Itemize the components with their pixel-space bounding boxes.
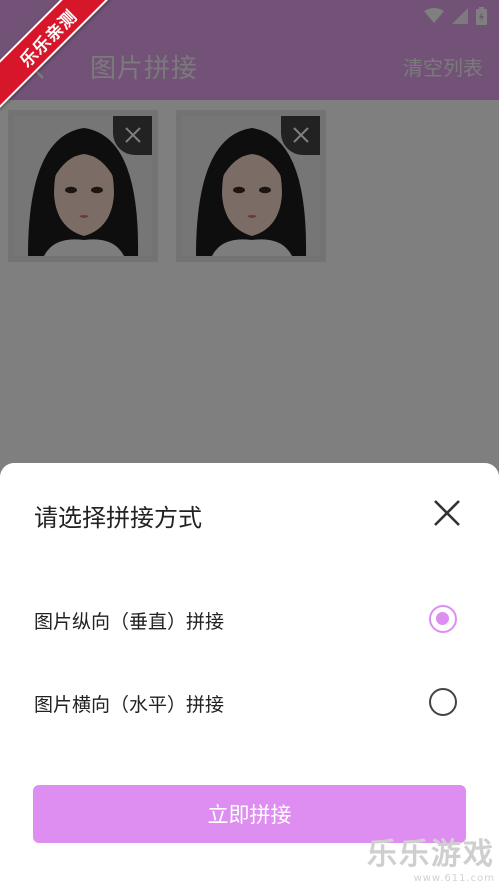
close-icon bbox=[434, 500, 460, 526]
option-horizontal[interactable]: 图片横向（水平）拼接 bbox=[0, 672, 499, 732]
close-sheet-button[interactable] bbox=[431, 497, 463, 529]
watermark-url: www.611.com bbox=[413, 873, 495, 884]
sheet-title: 请选择拼接方式 bbox=[34, 504, 202, 532]
option-label: 图片纵向（垂直）拼接 bbox=[34, 611, 225, 633]
option-vertical[interactable]: 图片纵向（垂直）拼接 bbox=[0, 589, 499, 649]
radio-horizontal[interactable] bbox=[429, 688, 457, 716]
option-label: 图片横向（水平）拼接 bbox=[34, 694, 225, 716]
radio-vertical[interactable] bbox=[429, 605, 457, 633]
watermark-corner: 乐乐游戏 www.611.com bbox=[367, 829, 495, 884]
watermark-title: 乐乐游戏 bbox=[367, 837, 495, 872]
bottom-sheet: 请选择拼接方式 图片纵向（垂直）拼接 图片横向（水平）拼接 立即拼接 乐乐游戏 … bbox=[0, 463, 499, 888]
